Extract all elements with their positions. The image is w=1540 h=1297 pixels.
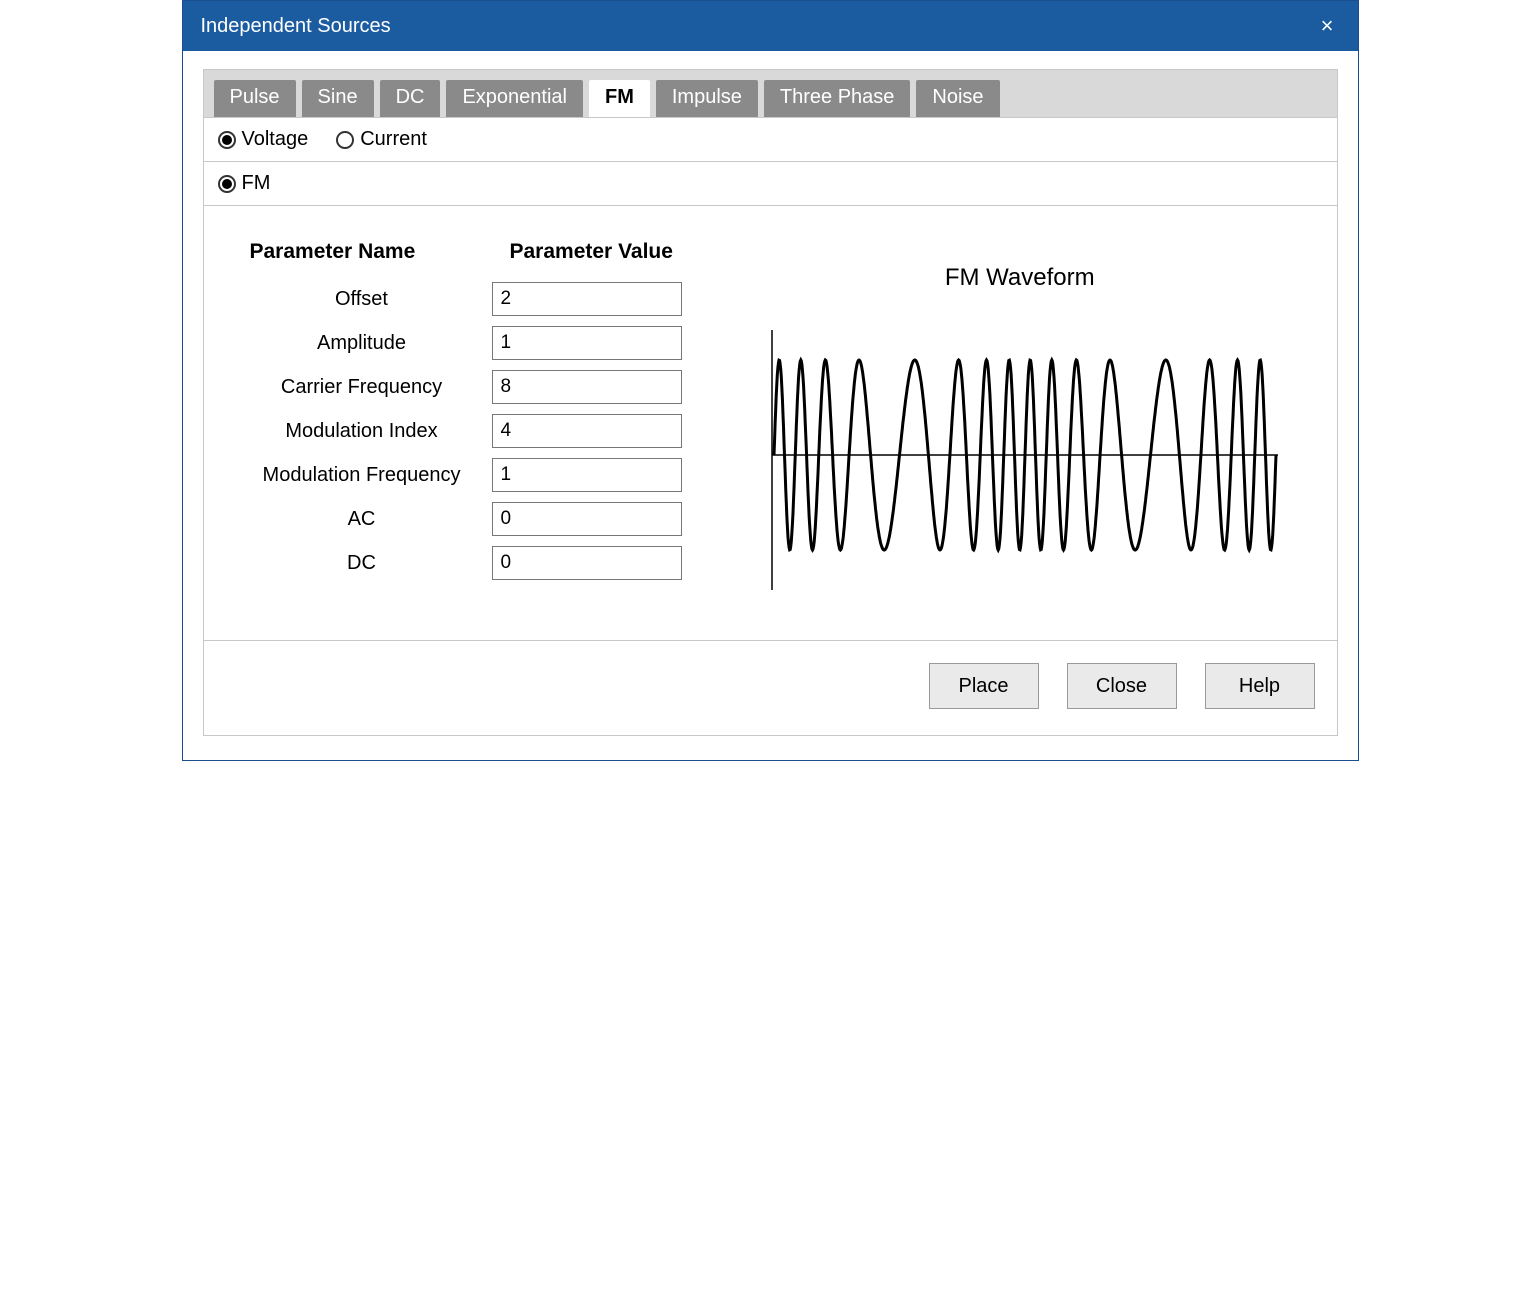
param-input-dc[interactable]: [492, 546, 682, 580]
waveform-title: FM Waveform: [945, 264, 1095, 292]
table-row: Carrier Frequency: [232, 368, 691, 406]
table-row: Modulation Index: [232, 412, 691, 450]
parameter-table: Parameter Name Parameter Value Offset Am…: [232, 230, 691, 588]
place-button[interactable]: Place: [929, 663, 1039, 709]
param-label-modulation-index: Modulation Index: [232, 412, 492, 450]
table-row: Offset: [232, 280, 691, 318]
body-area: Parameter Name Parameter Value Offset Am…: [204, 206, 1337, 640]
param-input-offset[interactable]: [492, 282, 682, 316]
parameter-table-area: Parameter Name Parameter Value Offset Am…: [232, 230, 691, 600]
param-header-value: Parameter Value: [492, 236, 691, 274]
tab-noise[interactable]: Noise: [916, 80, 999, 117]
tab-impulse[interactable]: Impulse: [656, 80, 758, 117]
param-input-amplitude[interactable]: [492, 326, 682, 360]
param-input-carrier-frequency[interactable]: [492, 370, 682, 404]
radio-current[interactable]: Current: [336, 128, 427, 151]
close-icon[interactable]: ×: [1315, 15, 1340, 37]
param-input-modulation-index[interactable]: [492, 414, 682, 448]
source-type-row: Voltage Current: [204, 118, 1337, 162]
param-header-name: Parameter Name: [232, 236, 492, 274]
help-button[interactable]: Help: [1205, 663, 1315, 709]
radio-dot-icon: [336, 131, 354, 149]
param-input-modulation-frequency[interactable]: [492, 458, 682, 492]
table-row: AC: [232, 500, 691, 538]
tab-exponential[interactable]: Exponential: [446, 80, 583, 117]
radio-dot-icon: [218, 131, 236, 149]
radio-voltage-label: Voltage: [242, 128, 309, 151]
param-label-offset: Offset: [232, 280, 492, 318]
fm-waveform-icon: [760, 310, 1280, 600]
param-input-ac[interactable]: [492, 502, 682, 536]
tab-strip: Pulse Sine DC Exponential FM Impulse Thr…: [204, 70, 1337, 118]
radio-dot-icon: [218, 175, 236, 193]
content-area: Pulse Sine DC Exponential FM Impulse Thr…: [183, 51, 1358, 760]
titlebar: Independent Sources ×: [183, 1, 1358, 51]
param-label-amplitude: Amplitude: [232, 324, 492, 362]
param-label-carrier-frequency: Carrier Frequency: [232, 368, 492, 406]
radio-fm[interactable]: FM: [218, 172, 271, 195]
main-panel: Pulse Sine DC Exponential FM Impulse Thr…: [203, 69, 1338, 736]
param-label-ac: AC: [232, 500, 492, 538]
tab-three-phase[interactable]: Three Phase: [764, 80, 911, 117]
waveform-mode-row: FM: [204, 162, 1337, 206]
waveform-preview: FM Waveform: [731, 230, 1309, 600]
tab-fm[interactable]: FM: [589, 80, 650, 117]
footer-buttons: Place Close Help: [204, 640, 1337, 735]
radio-fm-label: FM: [242, 172, 271, 195]
tab-pulse[interactable]: Pulse: [214, 80, 296, 117]
param-label-modulation-frequency: Modulation Frequency: [232, 456, 492, 494]
tab-sine[interactable]: Sine: [302, 80, 374, 117]
table-row: Amplitude: [232, 324, 691, 362]
table-row: Modulation Frequency: [232, 456, 691, 494]
close-button[interactable]: Close: [1067, 663, 1177, 709]
radio-voltage[interactable]: Voltage: [218, 128, 309, 151]
tab-dc[interactable]: DC: [380, 80, 441, 117]
radio-current-label: Current: [360, 128, 427, 151]
param-label-dc: DC: [232, 544, 492, 582]
window-title: Independent Sources: [201, 15, 1315, 38]
table-row: DC: [232, 544, 691, 582]
dialog-window: Independent Sources × Pulse Sine DC Expo…: [182, 0, 1359, 761]
